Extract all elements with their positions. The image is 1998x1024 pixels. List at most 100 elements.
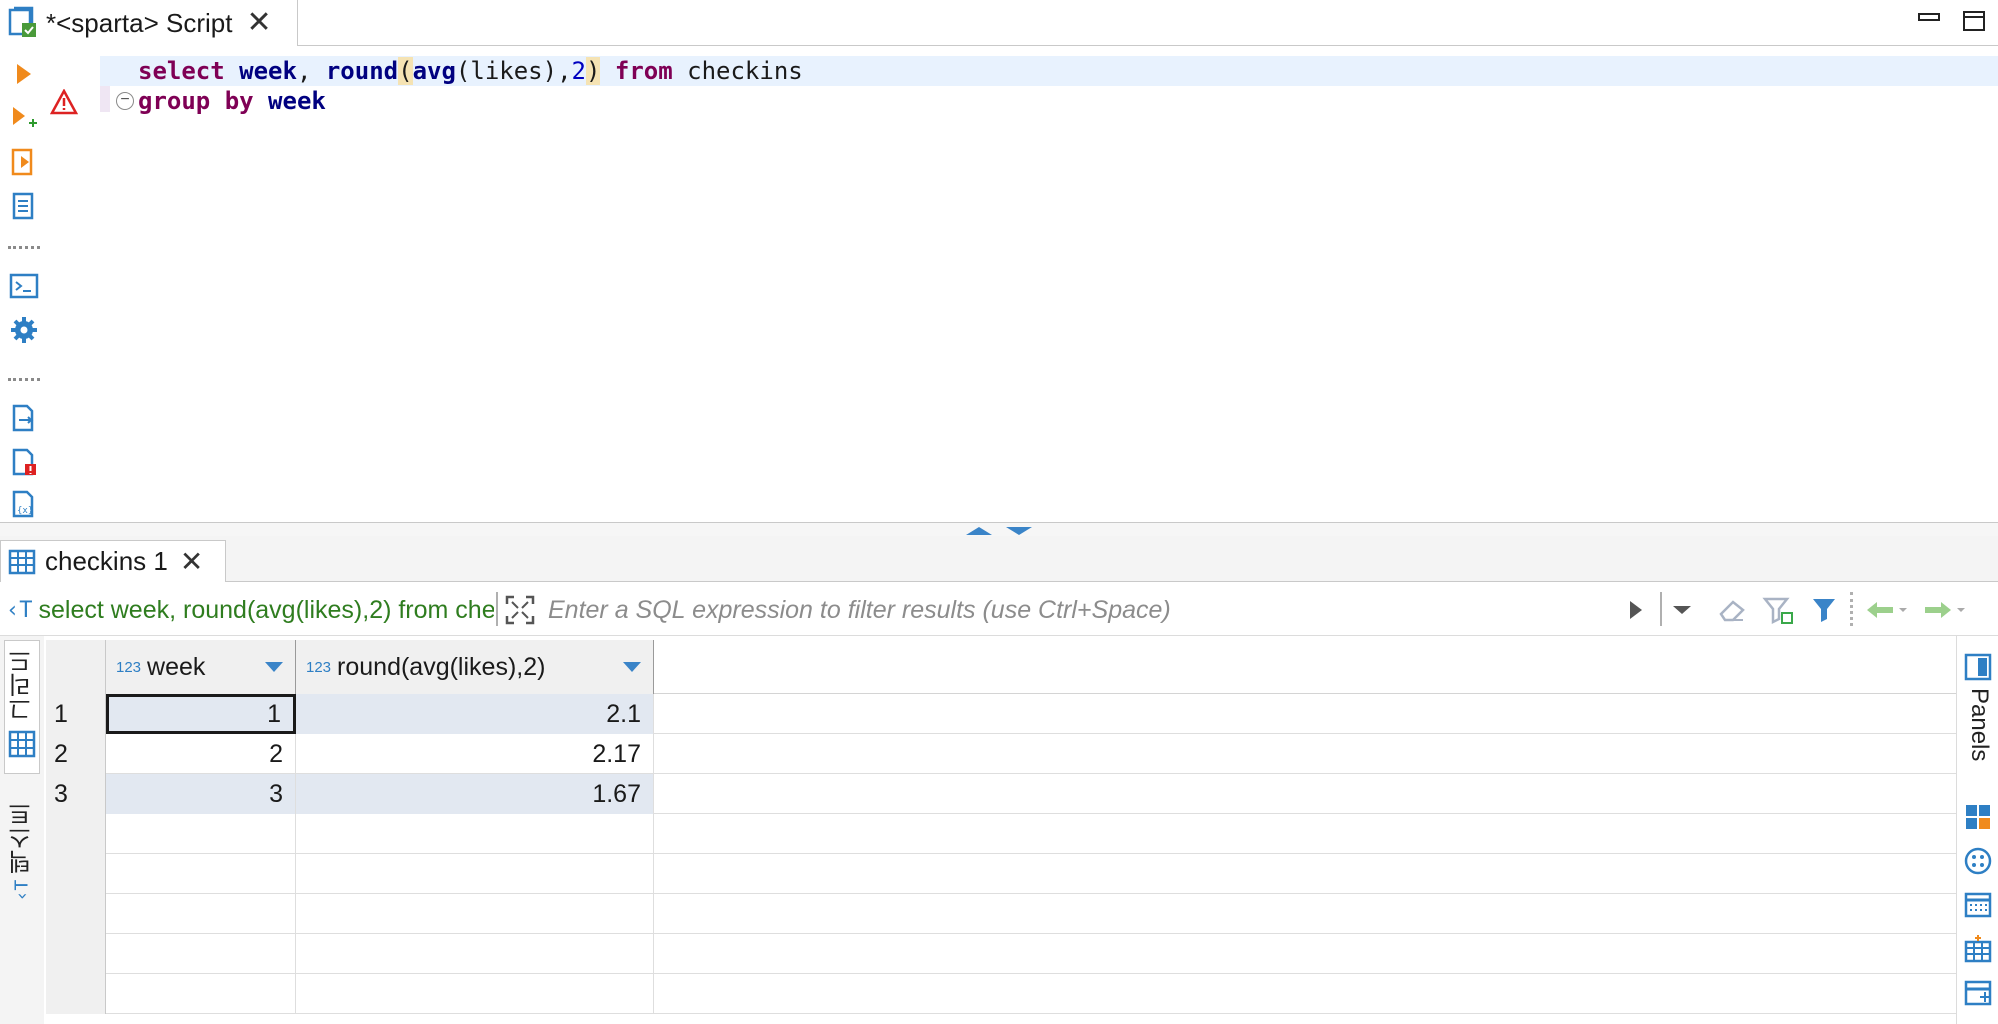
script-file-icon (8, 6, 36, 37)
row-number-header[interactable] (46, 640, 106, 694)
script-tab[interactable]: *<sparta> Script ✕ (0, 0, 298, 46)
save-filter-button[interactable] (1762, 594, 1794, 626)
expand-icon[interactable] (504, 594, 536, 626)
document-list-icon (12, 192, 34, 220)
results-tab-checkins[interactable]: checkins 1 ✕ (0, 540, 226, 582)
explain-plan-button[interactable] (6, 188, 42, 224)
open-console-button[interactable] (6, 268, 42, 304)
fold-collapse-icon[interactable]: − (116, 92, 134, 110)
dots-circle-icon (1964, 847, 1992, 875)
filter-separator (1850, 592, 1853, 626)
table-row[interactable]: 2 2 2.17 (46, 734, 1956, 774)
sort-dropdown-icon[interactable] (265, 662, 283, 672)
add-table-panel-button[interactable] (1961, 932, 1995, 966)
gear-icon (11, 317, 37, 343)
tab-text-view[interactable]: 텍스트 ‹T (4, 802, 40, 912)
token: 2 (571, 57, 586, 85)
export-button[interactable] (6, 400, 42, 436)
close-icon[interactable]: ✕ (246, 8, 271, 38)
history-back-button[interactable] (1862, 594, 1910, 626)
column-header-week[interactable]: 123 week (106, 640, 296, 694)
token: ( (398, 57, 413, 85)
script-play-icon (11, 148, 33, 176)
token: from (614, 57, 673, 85)
minimize-icon[interactable] (1916, 6, 1944, 34)
error-log-button[interactable] (6, 444, 42, 480)
row-number (46, 974, 106, 1014)
empty-row (46, 934, 1956, 974)
references-panel-button[interactable] (1961, 844, 1995, 878)
clear-filter-button[interactable] (1716, 594, 1748, 626)
cell-week[interactable]: 1 (106, 694, 296, 734)
token: group by (138, 87, 254, 115)
results-tab-title: checkins 1 (45, 546, 168, 576)
empty-cell (296, 974, 654, 1014)
row-number[interactable]: 2 (46, 734, 106, 774)
apply-filter-button[interactable] (1620, 594, 1652, 626)
empty-cell (106, 974, 296, 1014)
calculator-panel-button[interactable] (1961, 800, 1995, 834)
execute-new-tab-button[interactable] (6, 100, 42, 136)
cell-week[interactable]: 3 (106, 774, 296, 814)
maximize-icon[interactable] (1960, 6, 1988, 34)
grid-header: 123 week 123 round(avg(likes),2) (46, 640, 1956, 694)
text-cursor-icon: ‹T (6, 597, 33, 623)
execute-statement-button[interactable] (6, 56, 42, 92)
history-forward-button[interactable] (1916, 594, 1968, 626)
layout-panel-button[interactable] (1961, 976, 1995, 1010)
variables-button[interactable]: {x} (6, 486, 42, 522)
cell-avg-likes[interactable]: 2.1 (296, 694, 654, 734)
text-mode-icon: ‹T (11, 879, 33, 902)
toolbar-separator (8, 246, 40, 250)
keyboard-panel-button[interactable] (1961, 888, 1995, 922)
chevron-down-icon (1673, 606, 1691, 614)
play-plus-icon (13, 107, 37, 127)
empty-cell (106, 814, 296, 854)
token: select (138, 57, 225, 85)
filter-input[interactable] (548, 590, 1638, 630)
cell-avg-likes[interactable]: 1.67 (296, 774, 654, 814)
table-add-icon (1964, 935, 1992, 963)
empty-row (46, 854, 1956, 894)
warning-icon[interactable] (50, 89, 78, 115)
play-icon (1630, 601, 1642, 619)
row-number[interactable]: 3 (46, 774, 106, 814)
panels-toggle-button[interactable] (1961, 650, 1995, 684)
tab-grid-view[interactable]: 그리드 (4, 640, 40, 774)
empty-cell (296, 894, 654, 934)
filter-bar: ‹T select week, round(avg(likes),2) from… (0, 584, 1998, 636)
column-name: round(avg(likes),2) (337, 652, 546, 681)
cell-avg-likes[interactable]: 2.17 (296, 734, 654, 774)
active-query-label[interactable]: ‹T select week, round(avg(likes),2) from… (6, 590, 494, 630)
panels-label[interactable]: Panels (1965, 688, 1993, 761)
arrow-left-icon (1867, 602, 1907, 618)
view-mode-tabs: 그리드 텍스트 ‹T (0, 636, 44, 1024)
execute-script-button[interactable] (6, 144, 42, 180)
sort-dropdown-icon[interactable] (623, 662, 641, 672)
layout-icon (1964, 980, 1992, 1006)
close-icon[interactable]: ✕ (180, 547, 203, 576)
row-number (46, 894, 106, 934)
sql-code-editor[interactable]: − select week, round(avg(likes),2) from … (48, 46, 1998, 522)
panel-splitter[interactable] (0, 522, 1998, 536)
tab-text-label: 텍스트 (8, 802, 36, 874)
code-line-1: select week, round(avg(likes),2) from ch… (100, 56, 1998, 86)
filter-settings-button[interactable] (1808, 594, 1840, 626)
tab-grid-label: 그리드 (8, 649, 36, 721)
settings-button[interactable] (6, 312, 42, 348)
filter-history-button[interactable] (1666, 594, 1698, 626)
column-header-round[interactable]: 123 round(avg(likes),2) (296, 640, 654, 694)
editor-toolbar: {x} (0, 46, 48, 526)
table-row[interactable]: 3 3 1.67 (46, 774, 1956, 814)
row-number[interactable]: 1 (46, 694, 106, 734)
token: week (239, 57, 297, 85)
filter-save-icon (1762, 597, 1793, 625)
token: , (296, 57, 326, 85)
results-grid[interactable]: 123 week 123 round(avg(likes),2) 1 1 2.1… (46, 640, 1956, 1024)
cell-week[interactable]: 2 (106, 734, 296, 774)
keyboard-icon (1964, 892, 1992, 918)
table-row[interactable]: 1 1 2.1 (46, 694, 1956, 734)
calculator-icon (1966, 805, 1990, 829)
empty-row (46, 814, 1956, 854)
